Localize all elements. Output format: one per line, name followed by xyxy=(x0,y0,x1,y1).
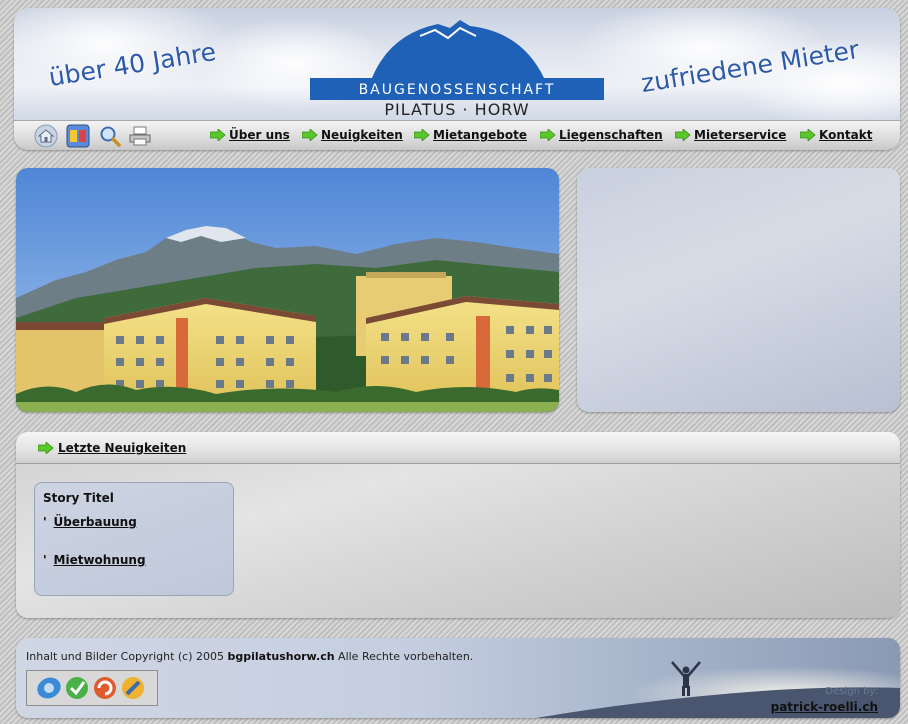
nav-item-neuigkeiten[interactable]: Neuigkeiten xyxy=(302,128,403,142)
site-header: über 40 Jahre zufriedene Mieter BAUGENOS… xyxy=(14,8,900,150)
news-header: Letzte Neuigkeiten xyxy=(16,432,900,464)
story-link-mietwohnung[interactable]: Mietwohnung xyxy=(54,553,146,567)
arrow-right-icon xyxy=(414,129,430,141)
arrow-right-icon xyxy=(675,129,691,141)
story-link-ueberbauung[interactable]: Überbauung xyxy=(54,515,137,529)
mountain-logo-icon xyxy=(372,20,544,78)
validation-badges[interactable] xyxy=(26,670,158,706)
nav-link-kontakt[interactable]: Kontakt xyxy=(819,128,872,142)
badge-icons xyxy=(37,677,144,699)
side-panel xyxy=(577,168,900,412)
list-item: ' Mietwohnung xyxy=(43,553,146,567)
nav-link-liegenschaften[interactable]: Liegenschaften xyxy=(559,128,663,142)
search-icon[interactable] xyxy=(98,124,122,148)
site-footer: Inhalt und Bilder Copyright (c) 2005 bgp… xyxy=(16,638,900,718)
copyright-text: Inhalt und Bilder Copyright (c) 2005 bgp… xyxy=(26,650,473,663)
nav-item-mietangebote[interactable]: Mietangebote xyxy=(414,128,527,142)
hero-photo xyxy=(16,168,559,412)
nav-link-mietangebote[interactable]: Mietangebote xyxy=(433,128,527,142)
nav-link-neuigkeiten[interactable]: Neuigkeiten xyxy=(321,128,403,142)
news-title[interactable]: Letzte Neuigkeiten xyxy=(38,441,186,455)
design-by-label: Design by: xyxy=(825,686,878,697)
contact-card-icon[interactable] xyxy=(66,124,90,148)
nav-item-mieterservice[interactable]: Mieterservice xyxy=(675,128,786,142)
logo-sub-text: PILATUS · HORW xyxy=(384,100,530,119)
bullet-mark: ' xyxy=(43,553,47,567)
copyright-suffix: Alle Rechte vorbehalten. xyxy=(338,650,474,663)
news-section: Letzte Neuigkeiten Story Titel ' Überbau… xyxy=(16,432,900,618)
nav-link-ueber-uns[interactable]: Über uns xyxy=(229,128,290,142)
arrow-right-icon xyxy=(210,129,226,141)
copyright-domain: bgpilatushorw.ch xyxy=(227,650,335,663)
nav-link-mieterservice[interactable]: Mieterservice xyxy=(694,128,786,142)
nav-item-kontakt[interactable]: Kontakt xyxy=(800,128,872,142)
designer-link[interactable]: patrick-roelli.ch xyxy=(771,700,878,714)
story-title: Story Titel xyxy=(43,491,114,505)
story-box: Story Titel ' Überbauung ' Mietwohnung xyxy=(34,482,234,596)
logo-main-text: BAUGENOSSENSCHAFT xyxy=(310,78,604,100)
news-title-link[interactable]: Letzte Neuigkeiten xyxy=(58,441,186,455)
arrow-right-icon xyxy=(302,129,318,141)
apartment-buildings-photo xyxy=(16,168,559,412)
badge-ie-icon xyxy=(37,677,61,699)
badge-check-icon xyxy=(66,677,88,699)
badge-edit-icon xyxy=(122,677,144,699)
nav-item-ueber-uns[interactable]: Über uns xyxy=(210,128,290,142)
list-item: ' Überbauung xyxy=(43,515,137,529)
arrow-right-icon xyxy=(540,129,556,141)
copyright-prefix: Inhalt und Bilder Copyright (c) 2005 xyxy=(26,650,225,663)
site-logo[interactable]: BAUGENOSSENSCHAFT PILATUS · HORW xyxy=(310,14,604,120)
badge-refresh-icon xyxy=(94,677,116,699)
main-navigation: Über uns Neuigkeiten Mietangebote Liegen… xyxy=(14,120,900,150)
nav-item-liegenschaften[interactable]: Liegenschaften xyxy=(540,128,663,142)
arrow-right-icon xyxy=(38,442,54,454)
home-icon[interactable] xyxy=(34,124,58,148)
bullet-mark: ' xyxy=(43,515,47,529)
arrow-right-icon xyxy=(800,129,816,141)
print-icon[interactable] xyxy=(128,124,152,148)
